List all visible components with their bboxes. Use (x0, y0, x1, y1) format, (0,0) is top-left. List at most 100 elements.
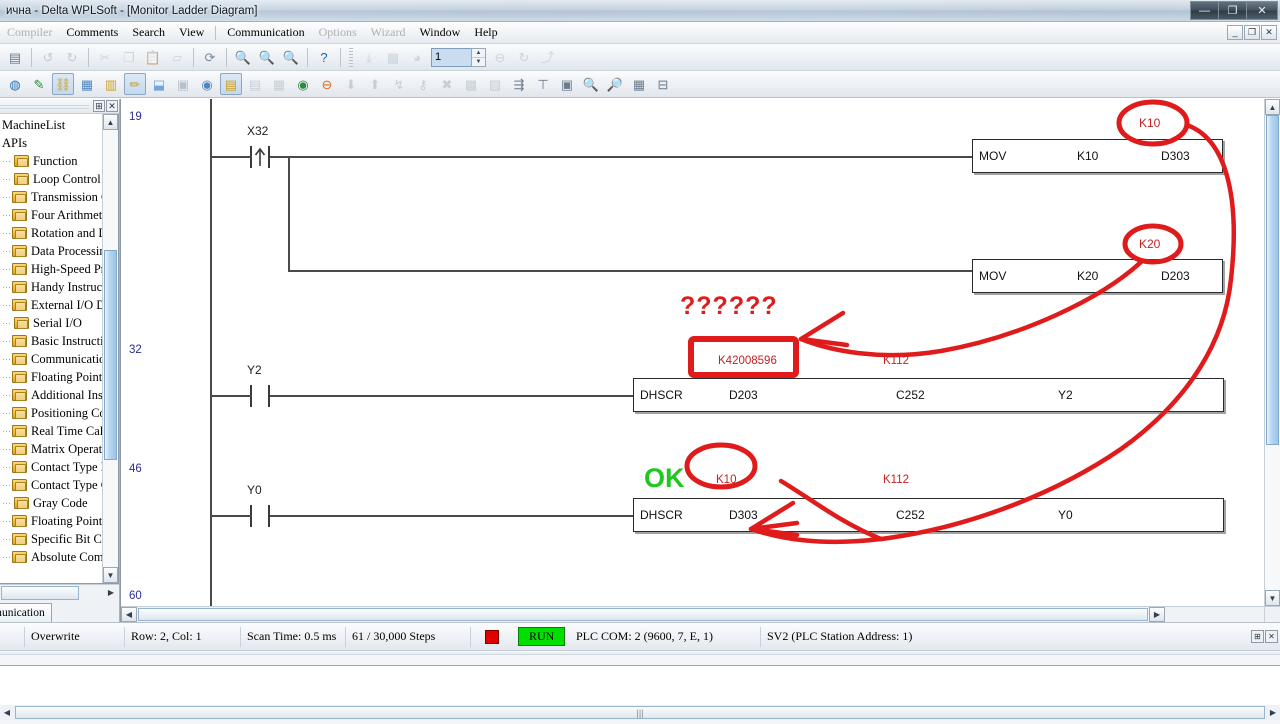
ladder-diagram-editor[interactable]: 19 32 46 60 X32 MOV K10 D303 MOV K20 D20… (120, 99, 1280, 622)
mdi-minimize-button[interactable]: _ (1227, 25, 1243, 40)
device-table-icon[interactable]: ▦ (76, 73, 98, 95)
data-table-icon[interactable]: ⊟ (652, 73, 674, 95)
tree-scroll-thumb[interactable] (104, 250, 117, 460)
zoom-out-icon[interactable]: 🔍 (280, 46, 302, 68)
status-stop-indicator[interactable] (470, 626, 512, 647)
set-password-icon[interactable]: ⚷ (412, 73, 434, 95)
tree-horizontal-scrollbar[interactable]: ▶ (0, 584, 119, 600)
run-indicator-badge[interactable]: RUN (518, 627, 566, 646)
ladder-canvas[interactable]: 19 32 46 60 X32 MOV K10 D303 MOV K20 D20… (121, 99, 1264, 606)
tree-scroll-up-arrow[interactable]: ▲ (103, 114, 118, 130)
device-monitor-icon[interactable]: ▦ (628, 73, 650, 95)
instruction-dhscr-1[interactable]: DHSCR D203 C252 Y2 (633, 378, 1224, 412)
tree-item-handy-instructi[interactable]: ⋯ Handy Instructi (0, 278, 102, 296)
tree-item-external-i-o-dis[interactable]: ⋯ External I/O Dis (0, 296, 102, 314)
panel-pin-button[interactable]: ⊞ (93, 100, 105, 112)
stop-indicator-icon[interactable] (484, 629, 499, 644)
tree-vertical-scrollbar[interactable]: ▲ ▼ (102, 114, 118, 583)
print-preview-icon[interactable]: ▣ (556, 73, 578, 95)
output-hscroll-left-arrow[interactable]: ◀ (0, 708, 14, 717)
run-plc-icon[interactable]: ◉ (292, 73, 314, 95)
ladder-hscroll-left-arrow[interactable]: ◀ (121, 607, 137, 622)
download-icon[interactable]: ⬇ (340, 73, 362, 95)
panel-tab-communication[interactable]: munication (0, 603, 52, 622)
instruction-mov-2[interactable]: MOV K20 D203 (972, 259, 1223, 293)
system-info-icon[interactable]: ▨ (484, 73, 506, 95)
tree-scroll-down-arrow[interactable]: ▼ (103, 567, 118, 583)
write-plc-icon[interactable]: ✏ (124, 73, 146, 95)
step-spinner[interactable]: ▲▼ (431, 47, 486, 67)
menu-window[interactable]: Window (412, 23, 467, 42)
output-hscroll-right-arrow[interactable]: ▶ (1266, 708, 1280, 717)
spinner-down-arrow[interactable]: ▼ (472, 58, 485, 66)
window-minimize-button[interactable]: — (1190, 1, 1218, 20)
output-dock-close-button[interactable]: ✕ (1265, 630, 1278, 643)
output-dock-content[interactable] (0, 665, 1280, 710)
tree-item-real-time-caler[interactable]: ⋯ Real Time Caler (0, 422, 102, 440)
step-spinner-arrows[interactable]: ▲ ▼ (471, 47, 486, 67)
help-icon[interactable]: ? (313, 46, 335, 68)
zoom-in-icon[interactable]: 🔍 (256, 46, 278, 68)
ladder-monitor-icon[interactable]: ⛓ (52, 73, 74, 95)
ladder-hscroll-thumb[interactable] (138, 608, 1148, 621)
ladder-scroll-thumb[interactable] (1266, 115, 1279, 445)
tree-item-gray-code[interactable]: ⋯ Gray Code (0, 494, 102, 512)
find-next-icon[interactable]: 🔎 (604, 73, 626, 95)
instruction-mov-1[interactable]: MOV K10 D303 (972, 139, 1223, 173)
tree-hscroll-right-arrow[interactable]: ▶ (103, 588, 119, 597)
output-dock-pin-button[interactable]: ⊞ (1251, 630, 1264, 643)
tree-node-apis[interactable]: APIs (0, 134, 102, 152)
zoom-fit-icon[interactable]: 🔍 (232, 46, 254, 68)
step-spinner-input[interactable] (431, 47, 471, 67)
find-device-icon[interactable]: ⟳ (199, 46, 221, 68)
grid-view-icon[interactable]: ▥ (100, 73, 122, 95)
menu-comments[interactable]: Comments (59, 23, 125, 42)
plc-status-icon[interactable]: ◉ (196, 73, 218, 95)
ladder-scroll-track[interactable] (1265, 115, 1280, 590)
mdi-restore-button[interactable]: ❐ (1244, 25, 1260, 40)
menu-options[interactable]: Options (312, 23, 364, 42)
mdi-close-button[interactable]: ✕ (1261, 25, 1277, 40)
tree-item-additional-instr[interactable]: ⋯ Additional Instr (0, 386, 102, 404)
tree-item-communication[interactable]: ⋯ Communication (0, 350, 102, 368)
sfc-icon[interactable]: ▦ (268, 73, 290, 95)
instruction-dhscr-2[interactable]: DHSCR D303 C252 Y0 (633, 498, 1224, 532)
tree-item-floating-point-c[interactable]: ⋯ Floating Point C (0, 368, 102, 386)
tree-item-specific-bit-cor[interactable]: ⋯ Specific Bit Cor (0, 530, 102, 548)
stop-plc-icon[interactable]: ⊖ (316, 73, 338, 95)
tree-item-high-speed-pro[interactable]: ⋯ High-Speed Pro (0, 260, 102, 278)
api-tree[interactable]: MachineList APIs ⋯ Function ⋯ Loop Control ⋯ Tr… (0, 114, 119, 584)
tree-item-four-arithmetic[interactable]: ⋯ Four Arithmetic (0, 206, 102, 224)
window-maximize-button[interactable]: ❐ (1218, 1, 1246, 20)
toolbar-grip[interactable] (349, 47, 353, 67)
menu-search[interactable]: Search (125, 23, 172, 42)
spinner-up-arrow[interactable]: ▲ (472, 49, 485, 58)
program-compare-icon[interactable]: ▣ (172, 73, 194, 95)
align-left-icon[interactable]: ⇶ (508, 73, 530, 95)
ladder-scroll-up-arrow[interactable]: ▲ (1265, 99, 1280, 115)
window-close-button[interactable]: ✕ (1246, 1, 1278, 20)
new-project-icon[interactable]: ▤ (4, 46, 26, 68)
tree-item-loop-control[interactable]: ⋯ Loop Control (0, 170, 102, 188)
tree-item-basic-instructio[interactable]: ⋯ Basic Instructio (0, 332, 102, 350)
menu-wizard[interactable]: Wizard (364, 23, 413, 42)
tree-item-rotation-and-di[interactable]: ⋯ Rotation and Di (0, 224, 102, 242)
clear-plc-icon[interactable]: ✖ (436, 73, 458, 95)
tree-item-floating-point-c[interactable]: ⋯ Floating Point C (0, 512, 102, 530)
upload-icon[interactable]: ⬆ (364, 73, 386, 95)
tree-item-contact-type-l[interactable]: ⋯ Contact Type L (0, 458, 102, 476)
edit-comment-icon[interactable]: ✎ (28, 73, 50, 95)
panel-close-button[interactable]: ✕ (106, 100, 118, 112)
menu-view[interactable]: View (172, 23, 211, 42)
read-plc-icon[interactable]: ⬓ (148, 73, 170, 95)
ladder-vertical-scrollbar[interactable]: ▲ ▼ (1264, 99, 1280, 606)
tree-scroll-track[interactable] (103, 130, 118, 567)
menu-help[interactable]: Help (467, 23, 504, 42)
align-top-icon[interactable]: ⊤ (532, 73, 554, 95)
tree-item-contact-type-c[interactable]: ⋯ Contact Type C (0, 476, 102, 494)
menu-compiler[interactable]: Compiler (0, 23, 59, 42)
instruction-list-icon[interactable]: ▤ (244, 73, 266, 95)
menu-communication[interactable]: Communication (220, 23, 311, 42)
tree-item-absolute-comp[interactable]: ⋯ Absolute Comp (0, 548, 102, 566)
output-dock-hscrollbar[interactable]: ◀ ||| ▶ (0, 705, 1280, 720)
